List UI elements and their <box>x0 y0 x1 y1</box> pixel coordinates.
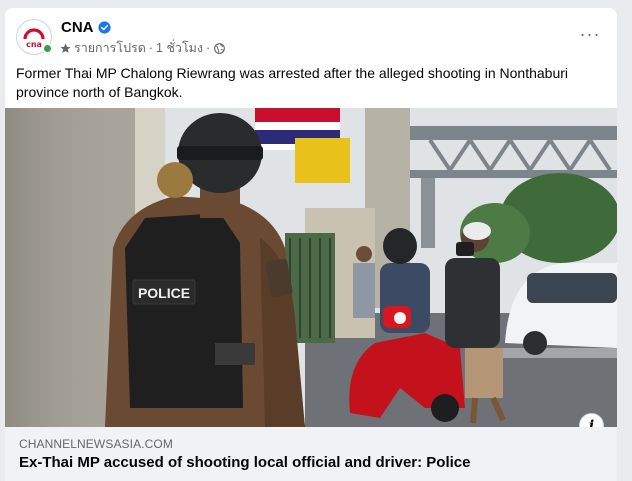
post-meta: รายการโปรด · 1 ชั่วโมง · <box>60 38 226 58</box>
news-photo: POLICE <box>5 108 617 427</box>
post-photo[interactable]: POLICE <box>5 108 617 427</box>
post-caption: Former Thai MP Chalong Riewrang was arre… <box>16 65 569 100</box>
globe-icon <box>214 42 226 54</box>
audience-label[interactable]: รายการโปรด <box>74 38 146 58</box>
link-title[interactable]: Ex-Thai MP accused of shooting local off… <box>19 454 471 471</box>
more-options-button[interactable]: ··· <box>575 22 605 46</box>
link-preview[interactable]: CHANNELNEWSASIA.COM Ex-Thai MP accused o… <box>5 427 617 481</box>
star-icon <box>60 43 71 53</box>
meta-separator: · <box>206 41 211 55</box>
page-name[interactable]: CNA <box>61 19 94 36</box>
police-patch-text: POLICE <box>138 285 190 301</box>
page-name-row: CNA <box>61 19 111 36</box>
verified-badge-icon <box>97 21 111 34</box>
post-card: cna CNA รายการโปรด · 1 ชั่วโมง · ··· For <box>5 8 617 481</box>
cna-logo-icon <box>23 27 45 39</box>
avatar-logo-text: cna <box>26 39 42 49</box>
post-time[interactable]: 1 ชั่วโมง <box>156 38 203 58</box>
online-status-dot <box>42 43 53 54</box>
post-header: cna CNA รายการโปรด · 1 ชั่วโมง · ··· <box>5 8 617 66</box>
link-domain: CHANNELNEWSASIA.COM <box>19 437 173 451</box>
meta-separator: · <box>148 41 154 55</box>
